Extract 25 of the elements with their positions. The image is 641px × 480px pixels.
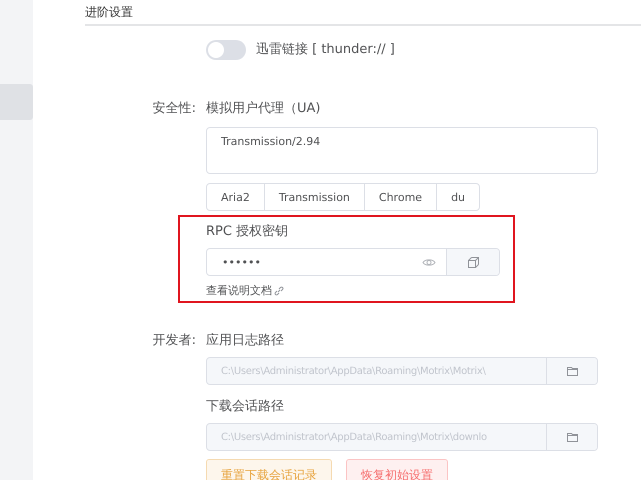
- toggle-label: 迅雷链接 [ thunder:// ]: [256, 41, 395, 59]
- field-label: RPC 授权密钥: [206, 223, 290, 241]
- copy-button[interactable]: [446, 249, 499, 275]
- secret-field[interactable]: ••••••: [206, 248, 500, 276]
- field-label: 应用日志路径: [206, 332, 285, 350]
- preset-button[interactable]: Transmission: [264, 183, 365, 211]
- section-label: 开发者:: [152, 332, 196, 350]
- folder-button[interactable]: [546, 358, 597, 384]
- eye-icon[interactable]: [422, 258, 436, 266]
- toggle-switch[interactable]: [206, 40, 246, 60]
- link-icon: [274, 286, 284, 296]
- preset-button[interactable]: Aria2: [206, 183, 265, 211]
- field-label: 下载会话路径: [206, 398, 285, 416]
- preset-button[interactable]: Chrome: [364, 183, 438, 211]
- section-label: 安全性:: [152, 100, 196, 118]
- folder-icon: [566, 432, 578, 442]
- folder-button[interactable]: [546, 424, 597, 450]
- password-input[interactable]: ••••••: [207, 249, 422, 275]
- field-label: 模拟用户代理（UA): [206, 100, 322, 118]
- copy-icon: [468, 256, 478, 268]
- user-agent-field[interactable]: Transmission/2.94: [206, 127, 598, 174]
- section-title: 进阶设置: [85, 4, 133, 20]
- docs-link[interactable]: 查看说明文档: [206, 283, 284, 298]
- folder-icon: [566, 366, 578, 376]
- preset-button[interactable]: du: [436, 183, 480, 211]
